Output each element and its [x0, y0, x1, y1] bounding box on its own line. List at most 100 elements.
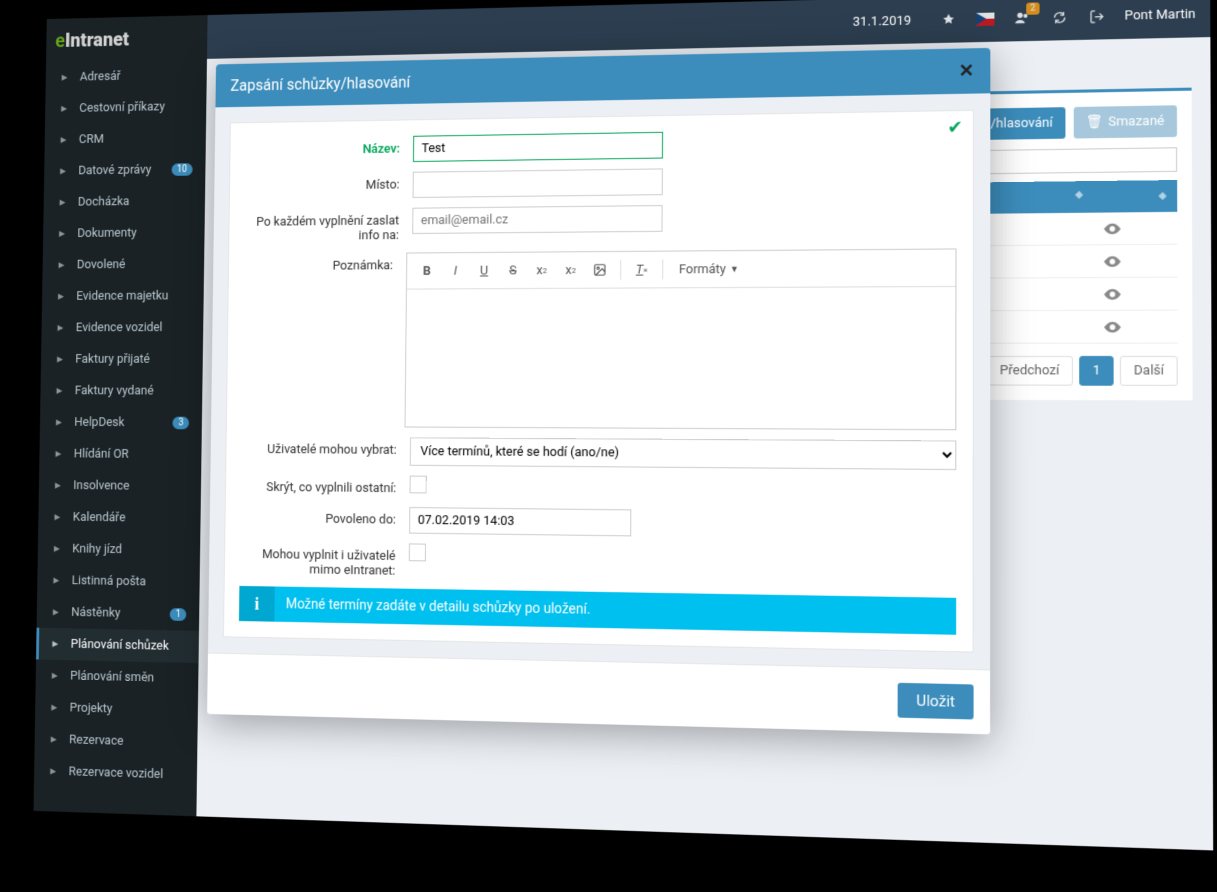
sidebar-item-faktury-p-ijat-[interactable]: ▸Faktury přijaté [41, 343, 203, 375]
view-icon[interactable] [1104, 222, 1167, 235]
car-icon: ▸ [50, 541, 63, 556]
label-misto: Místo: [245, 172, 413, 194]
view-icon[interactable] [1104, 255, 1167, 268]
image-icon[interactable] [587, 258, 612, 282]
deleted-button[interactable]: 🗑 Smazané [1073, 105, 1177, 138]
clock-icon: ▸ [56, 195, 69, 209]
chevron-down-icon: ▼ [730, 264, 739, 275]
topbar-date: 31.1.2019 [853, 13, 911, 29]
sidebar-item-projekty[interactable]: ▸Projekty [35, 691, 198, 727]
sidebar-item-kalend-e[interactable]: ▸Kalendáře [38, 501, 201, 535]
info-banner: i Možné termíny zadáte v detailu schůzky… [239, 586, 956, 635]
sidebar-item-evidence-majetku[interactable]: ▸Evidence majetku [42, 280, 204, 312]
sidebar-item-dokumenty[interactable]: ▸Dokumenty [43, 217, 205, 250]
label-poznamka: Poznámka: [244, 253, 407, 274]
pager-next[interactable]: Další [1120, 356, 1178, 386]
pager-prev[interactable]: Předchozí [986, 356, 1073, 386]
flag-icon[interactable] [976, 10, 994, 29]
meeting-modal: Zapsání schůzky/hlasování ✕ ✔ Název: Mís… [207, 48, 990, 734]
sidebar-item-n-st-nky[interactable]: ▸Nástěnky1 [37, 596, 200, 631]
sidebar-item-label: Nástěnky [71, 605, 120, 620]
label-povoleno: Povoleno do: [240, 505, 409, 527]
info-icon: i [239, 586, 275, 622]
car-icon: ▸ [47, 764, 60, 779]
pager-page-1[interactable]: 1 [1079, 356, 1114, 386]
mail-icon: ▸ [50, 573, 63, 588]
label-zaslat: Po každém vyplnění zaslat info na: [244, 208, 413, 244]
sidebar-item-label: Dovolené [77, 258, 126, 273]
sidebar-item-pl-nov-n-sch-zek[interactable]: ▸Plánování schůzek [36, 628, 199, 663]
bold-icon[interactable]: B [415, 259, 440, 283]
sidebar-item-cestovn-p-kazy[interactable]: ▸ Cestovní příkazy [45, 90, 207, 124]
sidebar-item-label: Docházka [78, 195, 130, 210]
nazev-input[interactable] [413, 132, 663, 162]
email-input[interactable] [412, 205, 662, 234]
strike-icon[interactable]: S [500, 259, 525, 283]
col-actions[interactable]: ◆ [1094, 180, 1178, 213]
eye-icon: ▸ [52, 447, 65, 461]
clear-format-icon[interactable]: T× [629, 258, 655, 282]
search-input[interactable] [970, 147, 1177, 174]
label-uzivatele: Uživatelé mohou vybrat: [241, 436, 410, 458]
mail-icon: ▸ [52, 415, 65, 429]
car-icon: ▸ [58, 102, 71, 116]
sidebar-item-rezervace-vozidel[interactable]: ▸ Rezervace vozidel [34, 755, 197, 792]
skryt-checkbox[interactable] [410, 476, 427, 494]
sidebar-item-evidence-vozidel[interactable]: ▸Evidence vozidel [41, 312, 203, 344]
users-icon[interactable]: 2 [1013, 9, 1031, 28]
modal-close-button[interactable]: ✕ [959, 60, 974, 81]
sidebar-item-knihy-j-zd[interactable]: ▸ Knihy jízd [38, 533, 201, 567]
misto-input[interactable] [413, 168, 663, 198]
sidebar-item-label: Insolvence [73, 478, 130, 493]
sidebar-item-insolvence[interactable]: ▸ Insolvence [39, 470, 202, 503]
subscript-icon[interactable]: x2 [558, 258, 583, 282]
sidebar-item-pl-nov-n-sm-n[interactable]: ▸Plánování směn [36, 659, 199, 695]
logout-icon[interactable] [1087, 7, 1106, 26]
check-icon: ✔ [947, 117, 962, 138]
sidebar-item-datov-zpr-vy[interactable]: ▸Datové zprávy10 [44, 153, 206, 187]
refresh-icon[interactable] [1050, 8, 1069, 27]
format-dropdown[interactable]: Formáty ▼ [671, 258, 747, 279]
sidebar-item-label: Plánování směn [70, 669, 154, 685]
sidebar-item-listinn-po-ta[interactable]: ▸ Listinná pošta [37, 564, 200, 599]
pin-icon[interactable] [939, 10, 957, 28]
sidebar-item-dovolen-[interactable]: ▸Dovolené [42, 248, 204, 281]
topbar-user[interactable]: Pont Martin [1124, 6, 1195, 23]
sidebar-item-label: HelpDesk [74, 415, 124, 430]
gavel-icon: ▸ [51, 478, 64, 492]
trash-icon: 🗑 [1086, 115, 1103, 131]
underline-icon[interactable]: U [472, 259, 497, 283]
card-icon: ▸ [53, 384, 66, 398]
sidebar-item-label: Knihy jízd [72, 542, 122, 557]
sidebar-item-label: Rezervace vozidel [68, 765, 163, 782]
povoleno-input[interactable] [409, 507, 631, 536]
view-icon[interactable] [1104, 320, 1167, 332]
card-icon: ▸ [54, 352, 67, 366]
italic-icon[interactable]: I [443, 259, 468, 283]
view-icon[interactable] [1104, 287, 1167, 300]
bars-icon: ▸ [48, 700, 61, 715]
sidebar-item-hl-d-n-or[interactable]: ▸Hlídání OR [39, 438, 201, 471]
mimo-checkbox[interactable] [409, 543, 426, 561]
sidebar-item-label: CRM [79, 132, 104, 147]
note-textarea[interactable] [405, 287, 955, 429]
sidebar: ▸Adresář▸Cestovní příkazy▸CRM▸Datové zpr… [33, 59, 206, 816]
save-button[interactable]: Uložit [898, 683, 974, 720]
car-icon: ▸ [54, 321, 67, 335]
users-select[interactable]: Více termínů, které se hodí (ano/ne) [410, 437, 957, 470]
sidebar-item-label: Cestovní příkazy [79, 100, 165, 116]
sidebar-item-faktury-vydan-[interactable]: ▸Faktury vydané [40, 375, 202, 407]
list-icon: ▸ [57, 133, 70, 147]
sidebar-item-label: Kalendáře [73, 510, 126, 525]
sidebar-item-rezervace[interactable]: ▸Rezervace [34, 723, 197, 760]
sidebar-item-label: Datové zprávy [78, 163, 151, 178]
box-icon: ▸ [55, 289, 68, 303]
superscript-icon[interactable]: x2 [529, 258, 554, 282]
sidebar-item-adres-[interactable]: ▸Adresář [46, 59, 207, 94]
sidebar-item-label: Listinná pošta [72, 574, 147, 590]
note-editor: B I U S x2 x2 T× [405, 248, 957, 430]
sidebar-item-helpdesk[interactable]: ▸HelpDesk3 [40, 407, 202, 439]
doc-icon: ▸ [56, 227, 69, 241]
sidebar-item-crm[interactable]: ▸ CRM [44, 122, 206, 156]
sidebar-item-doch-zka[interactable]: ▸ Docházka [43, 185, 205, 218]
